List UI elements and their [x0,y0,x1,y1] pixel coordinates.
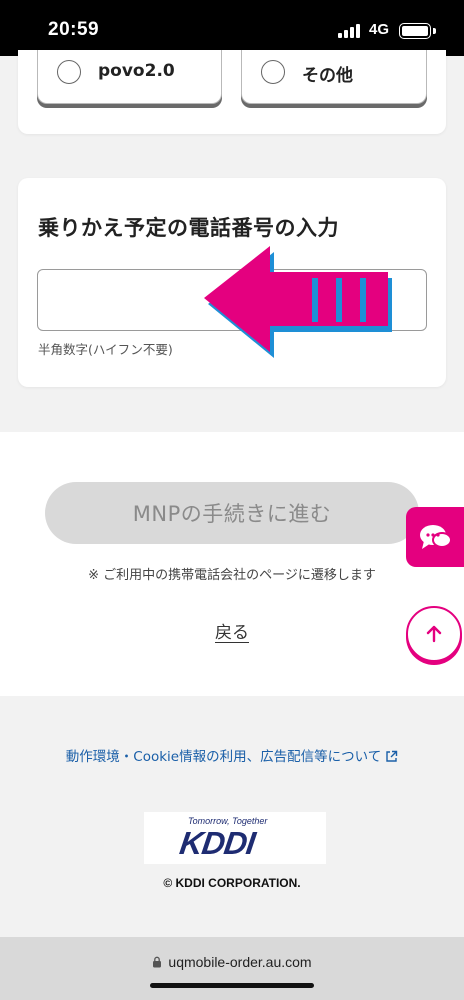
carrier-option-other[interactable]: その他 [241,50,427,104]
url-display[interactable]: uqmobile-order.au.com [0,954,464,970]
chat-button[interactable] [406,507,464,567]
battery-icon [399,23,431,39]
carrier-option-label: povo2.0 [98,61,175,81]
radio-button-icon[interactable] [57,60,81,84]
cellular-signal-icon [338,24,362,38]
copyright: © KDDI CORPORATION. [163,876,301,890]
network-type: 4G [369,21,390,38]
arrow-up-icon [426,625,442,643]
back-link[interactable]: 戻る [0,618,464,643]
browser-url-bar[interactable]: uqmobile-order.au.com [0,937,464,1000]
scroll-to-top-button[interactable] [406,606,462,662]
chat-bubble-icon [420,525,452,549]
phone-number-title: 乗りかえ予定の電話番号の入力 [38,216,339,240]
kddi-logo: Tomorrow, Together KDDI [144,812,326,864]
phone-number-hint: 半角数字(ハイフン不要) [38,342,173,357]
url-text: uqmobile-order.au.com [168,954,312,970]
home-indicator [150,983,314,988]
radio-button-icon[interactable] [261,60,285,84]
footer-link-text: 動作環境・Cookie情報の利用、広告配信等について [65,749,382,765]
mnp-note: ※ ご利用中の携帯電話会社のページに遷移します [88,568,376,583]
external-link-icon [386,750,398,762]
environment-cookie-link[interactable]: 動作環境・Cookie情報の利用、広告配信等について [0,745,464,765]
mnp-proceed-button[interactable]: MNPの手続きに進む [45,482,419,544]
kddi-logo-word: KDDI [177,825,257,861]
action-section: MNPの手続きに進む ※ ご利用中の携帯電話会社のページに遷移します 戻る [0,432,464,696]
status-bar: 20:59 4G [0,0,464,56]
lock-icon [153,956,162,968]
pointer-arrow-icon [204,246,392,358]
battery-tip [433,28,436,34]
status-time: 20:59 [48,19,100,40]
carrier-option-label: その他 [302,66,353,86]
carrier-option-povo[interactable]: povo2.0 [37,50,222,104]
